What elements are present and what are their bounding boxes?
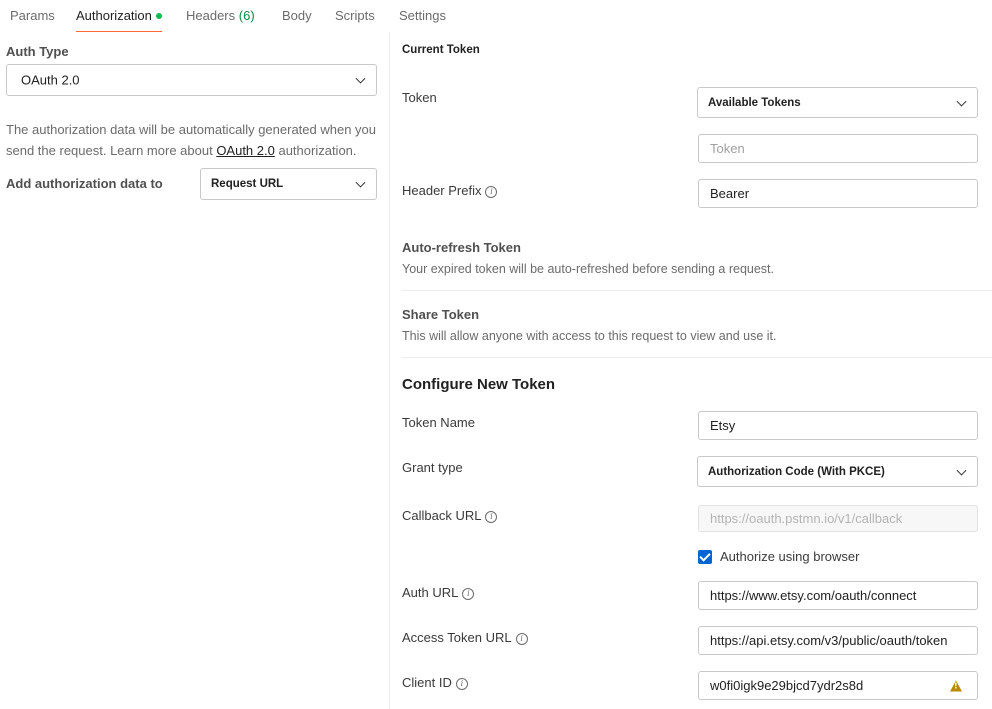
active-status-dot — [155, 12, 162, 19]
token-name-label: Token Name — [402, 415, 475, 430]
callback-url-label: Callback URL i — [402, 508, 498, 523]
warning-icon[interactable] — [950, 680, 962, 691]
share-token-description: This will allow anyone with access to th… — [402, 329, 777, 343]
auth-url-input[interactable] — [698, 581, 978, 610]
client-id-label: Client ID i — [402, 675, 468, 690]
tab-label: Authorization — [76, 8, 152, 23]
tab-headers[interactable]: Headers (6) — [186, 8, 255, 32]
access-token-url-input[interactable] — [698, 626, 978, 655]
headers-count: (6) — [238, 8, 255, 23]
tab-label: Settings — [399, 8, 446, 23]
auth-url-label-text: Auth URL — [402, 585, 459, 600]
access-token-url-label-text: Access Token URL — [402, 630, 512, 645]
chevron-down-icon — [956, 96, 967, 107]
access-token-url-label: Access Token URL i — [402, 630, 528, 645]
chevron-down-icon — [355, 177, 366, 188]
info-icon[interactable]: i — [515, 632, 528, 645]
authorize-browser-label: Authorize using browser — [720, 549, 860, 564]
request-tabs: Params Authorization Headers (6) Body Sc… — [0, 0, 992, 32]
auth-type-select[interactable]: OAuth 2.0 — [6, 64, 377, 96]
auto-refresh-title: Auto-refresh Token — [402, 240, 521, 255]
available-tokens-value: Available Tokens — [708, 96, 801, 109]
tab-scripts[interactable]: Scripts — [335, 8, 375, 32]
client-id-label-text: Client ID — [402, 675, 452, 690]
tab-params[interactable]: Params — [10, 8, 55, 32]
info-icon[interactable]: i — [462, 587, 475, 600]
tab-settings[interactable]: Settings — [399, 8, 446, 32]
tab-body[interactable]: Body — [282, 8, 312, 32]
tab-label: Headers — [186, 8, 236, 23]
share-token-title: Share Token — [402, 307, 480, 322]
token-input[interactable] — [698, 134, 978, 163]
grant-type-label: Grant type — [402, 460, 463, 475]
auth-description: The authorization data will be automatic… — [6, 119, 386, 161]
section-divider — [402, 290, 992, 291]
add-auth-data-label: Add authorization data to — [6, 176, 163, 191]
client-id-field — [698, 671, 978, 700]
grant-type-select[interactable]: Authorization Code (With PKCE) — [697, 456, 978, 487]
token-label: Token — [402, 90, 437, 105]
oauth-learn-more-link[interactable]: OAuth 2.0 — [216, 143, 275, 158]
header-prefix-label-text: Header Prefix — [402, 183, 482, 198]
auto-refresh-description: Your expired token will be auto-refreshe… — [402, 262, 774, 276]
tab-label: Params — [10, 8, 55, 23]
auth-type-value: OAuth 2.0 — [21, 72, 80, 88]
current-token-title: Current Token — [402, 44, 480, 56]
chevron-down-icon — [956, 465, 967, 476]
chevron-down-icon — [355, 73, 366, 84]
callback-url-label-text: Callback URL — [402, 508, 482, 523]
description-text-end: authorization. — [274, 143, 357, 158]
configure-token-title: Configure New Token — [402, 376, 556, 393]
header-prefix-input[interactable] — [698, 179, 978, 208]
authorize-browser-checkbox[interactable] — [698, 550, 712, 564]
client-id-input[interactable] — [698, 671, 978, 700]
auth-url-label: Auth URL i — [402, 585, 475, 600]
grant-type-value: Authorization Code (With PKCE) — [708, 465, 885, 478]
add-auth-data-select[interactable]: Request URL — [200, 168, 377, 200]
auth-type-label: Auth Type — [6, 44, 69, 59]
header-prefix-label: Header Prefix i — [402, 183, 498, 198]
tab-authorization[interactable]: Authorization — [76, 8, 162, 32]
tab-label: Scripts — [335, 8, 375, 23]
available-tokens-select[interactable]: Available Tokens — [697, 87, 978, 118]
tab-label: Body — [282, 8, 312, 23]
info-icon[interactable]: i — [485, 510, 498, 523]
section-divider — [402, 357, 992, 358]
info-icon[interactable]: i — [485, 185, 498, 198]
info-icon[interactable]: i — [455, 677, 468, 690]
callback-url-input — [698, 505, 978, 532]
add-auth-data-value: Request URL — [211, 178, 284, 190]
panel-divider — [389, 32, 390, 709]
token-name-input[interactable] — [698, 411, 978, 440]
